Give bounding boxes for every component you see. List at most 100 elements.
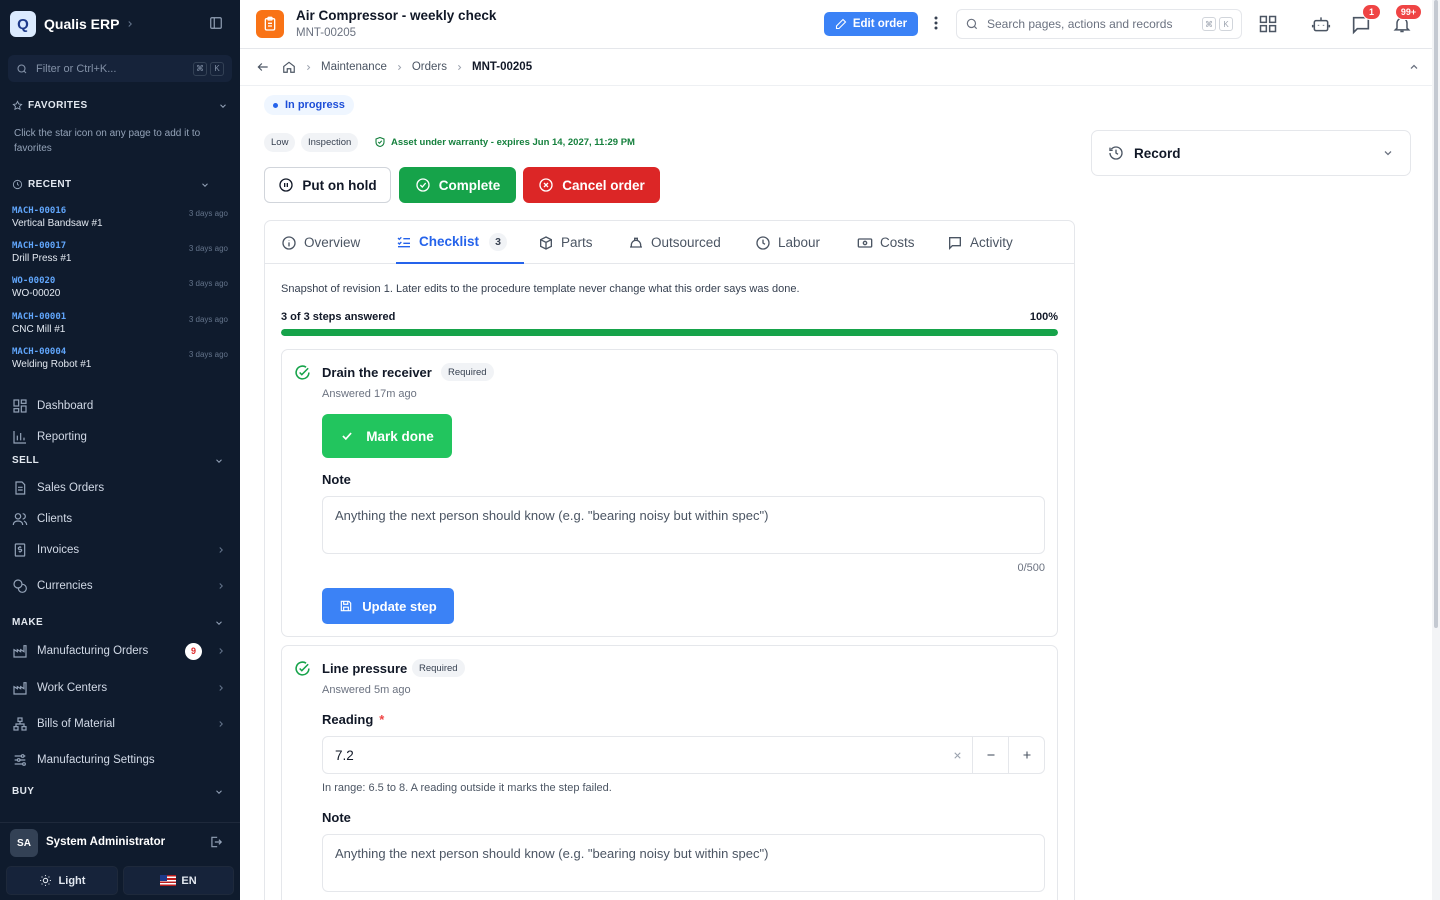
brand[interactable]: Q Qualis ERP [10,10,135,38]
document-icon [12,480,28,496]
tab-outsourced[interactable]: Outsourced [628,221,721,264]
tab-parts[interactable]: Parts [538,221,593,264]
sidebar-collapse-icon[interactable] [209,16,223,30]
record-label: Record [1134,145,1181,161]
buy-header[interactable]: BUY [12,786,224,797]
user-name[interactable]: System Administrator [46,836,165,848]
recent-title: RECENT [28,179,72,190]
sidebar-item-manufacturing-settings[interactable]: Manufacturing Settings [12,747,226,773]
answered-time: Answered 5m ago [322,684,411,696]
apps-grid-icon[interactable] [1258,14,1278,34]
answered-time: Answered 17m ago [322,388,417,400]
chevron-down-icon [214,787,224,797]
user-panel: SA System Administrator Light EN [0,822,240,900]
note-label: Note [322,810,351,825]
clear-icon[interactable] [942,737,972,773]
banknote-icon [857,235,873,251]
note-textarea[interactable]: Anything the next person should know (e.… [322,496,1045,554]
type-tag: Inspection [301,133,359,152]
avatar[interactable]: SA [10,829,38,857]
check-icon [340,429,354,443]
global-search-input[interactable]: Search pages, actions and records ⌘ K [956,9,1242,39]
reading-input[interactable]: 7.2 [323,737,942,773]
hard-hat-icon [628,235,644,251]
update-step-button[interactable]: Update step [322,588,454,624]
logout-icon[interactable] [209,835,223,849]
recent-item-name: CNC Mill #1 [12,324,66,335]
tab-checklist[interactable]: Checklist 3 [396,221,525,264]
status-badge: In progress [264,95,354,115]
chevron-down-icon [214,618,224,628]
tab-overview[interactable]: Overview [281,221,360,264]
chevron-right-icon [455,63,464,72]
filter-placeholder: Filter or Ctrl+K... [36,62,117,75]
favorites-title: FAVORITES [28,100,88,111]
recent-item[interactable]: MACH-00001 CNC Mill #1 3 days ago [12,312,228,342]
sidebar-item-label: Sales Orders [37,482,105,494]
tab-costs[interactable]: Costs [857,221,915,264]
complete-label: Complete [438,177,501,193]
sidebar: Q Qualis ERP Filter or Ctrl+K... ⌘ K FAV… [0,0,240,900]
sidebar-item-dashboard[interactable]: Dashboard [12,393,226,419]
sidebar-filter-input[interactable]: Filter or Ctrl+K... ⌘ K [8,55,232,82]
increment-button[interactable] [1008,737,1044,773]
recent-item-name: Drill Press #1 [12,253,72,264]
bot-icon[interactable] [1311,14,1331,34]
edit-order-button[interactable]: Edit order [824,12,918,36]
decrement-button[interactable] [972,737,1008,773]
messages-badge: 1 [1362,4,1381,20]
language-button[interactable]: EN [123,866,234,895]
back-arrow-icon[interactable] [256,60,270,74]
recent-item[interactable]: MACH-00016 Vertical Bandsaw #1 3 days ag… [12,206,228,236]
page-title: Air Compressor - weekly check [296,8,497,23]
factory-icon [12,643,28,659]
progress-bar [281,329,1058,336]
record-panel-toggle[interactable]: Record [1091,130,1411,176]
theme-toggle-button[interactable]: Light [6,866,118,895]
more-vertical-icon[interactable] [934,16,938,30]
star-icon [12,100,23,111]
sidebar-item-manufacturing-orders[interactable]: Manufacturing Orders 9 [12,638,226,664]
sidebar-item-reporting[interactable]: Reporting [12,424,226,450]
chevron-down-icon [218,101,228,111]
sell-header[interactable]: SELL [12,455,224,466]
sidebar-item-clients[interactable]: Clients [12,506,226,532]
complete-button[interactable]: Complete [399,167,516,203]
tab-labour[interactable]: Labour [755,221,820,264]
recent-item[interactable]: MACH-00004 Welding Robot #1 3 days ago [12,347,228,377]
dashboard-icon [12,398,28,414]
status-label: In progress [285,99,345,111]
tab-activity[interactable]: Activity [947,221,1013,264]
put-on-hold-button[interactable]: Put on hold [264,167,391,203]
recent-item[interactable]: WO-00020 WO-00020 3 days ago [12,276,228,306]
recent-header[interactable]: RECENT [12,179,210,190]
recent-item-time: 3 days ago [188,279,228,288]
brand-logo: Q [10,11,36,37]
search-placeholder: Search pages, actions and records [987,17,1173,31]
scrollbar-thumb[interactable] [1434,0,1438,628]
sidebar-item-currencies[interactable]: Currencies [12,573,226,599]
check-circle-icon [415,177,431,193]
clock-icon [12,179,23,190]
breadcrumb-current: MNT-00205 [472,61,533,73]
chevron-right-icon [125,19,135,29]
cancel-order-button[interactable]: Cancel order [523,167,660,203]
mark-done-button[interactable]: Mark done [322,414,452,458]
chevron-up-icon[interactable] [1408,61,1420,73]
sidebar-item-invoices[interactable]: Invoices [12,537,226,563]
warranty-notice: Asset under warranty - expires Jun 14, 2… [374,136,635,148]
sidebar-item-bills-of-material[interactable]: Bills of Material [12,711,226,737]
sidebar-item-sales-orders[interactable]: Sales Orders [12,475,226,501]
breadcrumb-orders[interactable]: Orders [412,61,447,73]
breadcrumb-maintenance[interactable]: Maintenance [321,61,387,73]
page-scrollbar[interactable] [1432,0,1440,900]
favorites-header[interactable]: FAVORITES [12,100,228,111]
make-header[interactable]: MAKE [12,617,224,628]
sidebar-item-label: Dashboard [37,400,94,412]
note-textarea[interactable]: Anything the next person should know (e.… [322,834,1045,892]
make-title: MAKE [12,617,44,628]
recent-item[interactable]: MACH-00017 Drill Press #1 3 days ago [12,241,228,271]
sidebar-item-work-centers[interactable]: Work Centers [12,675,226,701]
home-icon[interactable] [282,60,296,74]
required-badge: Required [412,659,465,677]
